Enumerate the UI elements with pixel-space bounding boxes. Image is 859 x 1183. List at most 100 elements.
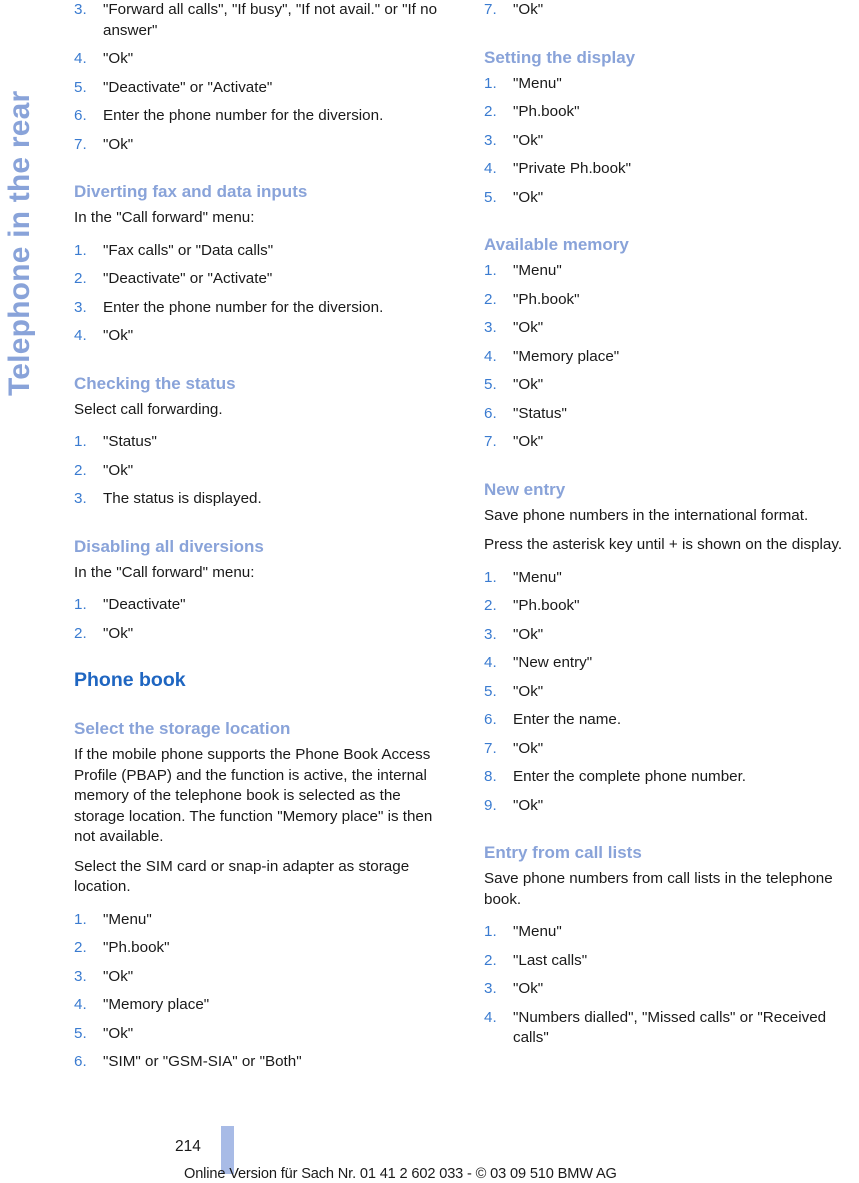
list-item: 1. "Deactivate": [74, 595, 449, 616]
list-item: 2. "Ok": [74, 624, 449, 645]
step-text: "Ok": [103, 50, 134, 67]
list-item: 3. The status is displayed.: [74, 489, 449, 510]
list-item: 6. "SIM" or "GSM-SIA" or "Both": [74, 1052, 449, 1073]
step-number: 1.: [484, 262, 497, 279]
list-item: 9. "Ok": [484, 796, 859, 817]
step-text: "Ok": [103, 624, 134, 642]
step-text: "Ok": [513, 188, 544, 206]
step-number: 1.: [484, 74, 497, 92]
section-heading-available-memory: Available memory: [484, 235, 629, 254]
step-list-setting-the-display: 1. "Menu" 2. "Ph.book" 3. "Ok" 4. "Priva…: [484, 74, 859, 209]
step-number: 3.: [74, 967, 87, 985]
step-list-diverting-fax-and-data-inputs: 1. "Fax calls" or "Data calls" 2. "Deact…: [74, 241, 449, 347]
list-item: 4. "Private Ph.book": [484, 159, 859, 180]
section-heading-setting-the-display: Setting the display: [484, 47, 636, 67]
step-text: "Ok": [513, 980, 544, 997]
step-text: "Menu": [513, 262, 562, 279]
list-item: 8. Enter the complete phone number.: [484, 767, 859, 788]
list-item: 5. "Ok": [74, 1024, 449, 1045]
step-text: "Ok": [103, 135, 134, 153]
step-number: 6.: [484, 711, 497, 728]
list-item: 1. "Menu": [484, 261, 859, 282]
step-text: "Status": [103, 433, 157, 450]
step-text: "Deactivate" or "Activate": [103, 270, 273, 287]
step-number: 4.: [74, 327, 87, 344]
step-number: 1.: [74, 596, 87, 613]
step-number: 4.: [74, 996, 87, 1013]
list-item: 1. "Fax calls" or "Data calls": [74, 241, 449, 262]
step-text: "Forward all calls", "If busy", "If not …: [103, 1, 438, 39]
list-item: 3. Enter the phone number for the divers…: [74, 298, 449, 319]
list-item: 1. "Menu": [484, 922, 859, 943]
section-intro: In the "Call forward" menu:: [74, 209, 255, 226]
list-item: 7. "Ok": [484, 432, 859, 453]
step-text: "Menu": [513, 923, 562, 940]
section-intro: In the "Call forward" menu:: [74, 563, 255, 581]
left-continued-step-list: 3. "Forward all calls", "If busy", "If n…: [74, 0, 449, 155]
step-text: "Ok": [513, 131, 544, 149]
step-text: "Ok": [103, 327, 134, 344]
list-item: 4. "Numbers dialled", "Missed calls" or …: [484, 1008, 859, 1049]
list-item: 5. "Deactivate" or "Activate": [74, 78, 449, 99]
step-number: 7.: [484, 1, 497, 18]
step-text: Enter the complete phone number.: [513, 768, 747, 785]
step-number: 2.: [74, 461, 87, 479]
list-item: 5. "Ok": [484, 682, 859, 703]
step-number: 6.: [484, 404, 497, 422]
step-text: "Last calls": [513, 951, 588, 969]
list-item: 3. "Forward all calls", "If busy", "If n…: [74, 0, 449, 41]
list-item: 1. "Menu": [484, 568, 859, 589]
step-number: 2.: [484, 103, 497, 120]
section-intro-2: Press the asterisk key until + is shown …: [484, 536, 843, 553]
step-text: "Ok": [513, 796, 544, 814]
list-item: 2. "Ph.book": [484, 596, 859, 617]
list-item: 3. "Ok": [484, 625, 859, 646]
step-text: "Memory place": [103, 996, 210, 1013]
list-item: 3. "Ok": [484, 318, 859, 339]
list-item: 3. "Ok": [484, 131, 859, 152]
step-text: "Private Ph.book": [513, 160, 631, 177]
list-item: 3. "Ok": [74, 967, 449, 988]
list-item: 4. "Memory place": [484, 347, 859, 368]
list-item: 7. "Ok": [484, 739, 859, 760]
step-number: 7.: [74, 135, 87, 153]
step-list-disabling-all-diversions: 1. "Deactivate" 2. "Ok": [74, 595, 449, 644]
list-item: 1. "Menu": [484, 74, 859, 95]
list-item: 7. "Ok": [484, 0, 859, 21]
list-item: 1. "Menu": [74, 910, 449, 931]
step-number: 3.: [484, 625, 497, 643]
step-text: "Ok": [513, 682, 544, 700]
step-text: Enter the phone number for the diversion…: [103, 107, 384, 124]
step-list-available-memory: 1. "Menu" 2. "Ph.book" 3. "Ok" 4. "Memor…: [484, 261, 859, 453]
step-number: 3.: [74, 1, 87, 18]
page-number: 214: [175, 1138, 201, 1155]
list-item: 2. "Deactivate" or "Activate": [74, 269, 449, 290]
step-text: "Numbers dialled", "Missed calls" or "Re…: [513, 1008, 827, 1047]
step-number: 5.: [484, 682, 497, 700]
step-number: 7.: [484, 433, 497, 450]
list-item: 3. "Ok": [484, 979, 859, 1000]
step-number: 8.: [484, 768, 497, 785]
list-item: 1. "Status": [74, 432, 449, 453]
step-number: 3.: [74, 490, 87, 507]
right-column: 7. "Ok" Setting the display 1. "Menu" 2.…: [484, 0, 859, 1073]
list-item: 6. "Status": [484, 404, 859, 425]
step-text: "Ok": [513, 625, 544, 643]
step-list-new-entry: 1. "Menu" 2. "Ph.book" 3. "Ok" 4. "New e…: [484, 568, 859, 817]
step-list-checking-the-status: 1. "Status" 2. "Ok" 3. The status is dis…: [74, 432, 449, 510]
step-text: "Ok": [103, 461, 134, 479]
list-item: 2. "Ph.book": [484, 102, 859, 123]
step-text: "Menu": [513, 74, 562, 92]
step-text: Enter the phone number for the diversion…: [103, 298, 384, 316]
list-item: 7. "Ok": [74, 135, 449, 156]
list-item: 4. "Ok": [74, 49, 449, 70]
step-text: "Ph.book": [513, 103, 580, 120]
step-number: 4.: [484, 347, 497, 365]
step-number: 1.: [484, 923, 497, 940]
step-number: 5.: [484, 376, 497, 393]
manual-page: 3. "Forward all calls", "If busy", "If n…: [0, 0, 859, 1183]
step-number: 2.: [484, 597, 497, 614]
step-number: 2.: [74, 624, 87, 642]
step-text: "New entry": [513, 654, 593, 671]
step-text: "Menu": [103, 910, 152, 928]
